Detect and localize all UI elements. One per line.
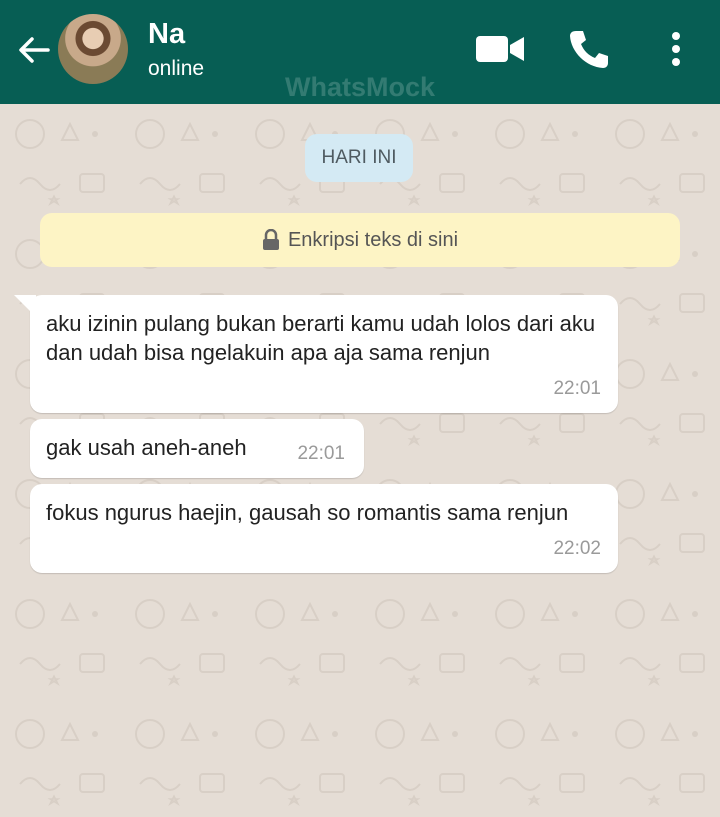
message-time: 22:02 bbox=[553, 538, 601, 559]
encryption-notice-text: Enkripsi teks di sini bbox=[287, 228, 459, 251]
message-text: aku izinin pulang bukan berarti kamu uda… bbox=[46, 311, 596, 365]
lock-icon bbox=[262, 229, 279, 250]
message-bubble[interactable]: fokus ngurus haejin, gausah so romantis … bbox=[30, 484, 618, 573]
watermark: WhatsMock bbox=[284, 72, 436, 102]
chat-header: Na online WhatsMock bbox=[0, 0, 720, 104]
encryption-notice[interactable]: Enkripsi teks di sini bbox=[40, 213, 680, 267]
date-divider: HARI INI bbox=[305, 134, 413, 182]
more-vert-icon[interactable] bbox=[660, 26, 692, 72]
message-time: 22:01 bbox=[553, 378, 601, 399]
message-bubble[interactable]: gak usah aneh-aneh 22:01 bbox=[30, 419, 364, 478]
message-bubble[interactable]: aku izinin pulang bukan berarti kamu uda… bbox=[14, 295, 618, 413]
message-text: gak usah aneh-aneh bbox=[46, 435, 247, 460]
video-call-icon[interactable] bbox=[474, 26, 526, 72]
phone-icon[interactable] bbox=[566, 26, 610, 72]
message-text: fokus ngurus haejin, gausah so romantis … bbox=[46, 500, 569, 525]
message-time: 22:01 bbox=[297, 443, 345, 464]
contact-name[interactable]: Na bbox=[148, 18, 185, 51]
bubble-tail bbox=[14, 295, 36, 317]
back-arrow-icon[interactable] bbox=[14, 30, 54, 70]
